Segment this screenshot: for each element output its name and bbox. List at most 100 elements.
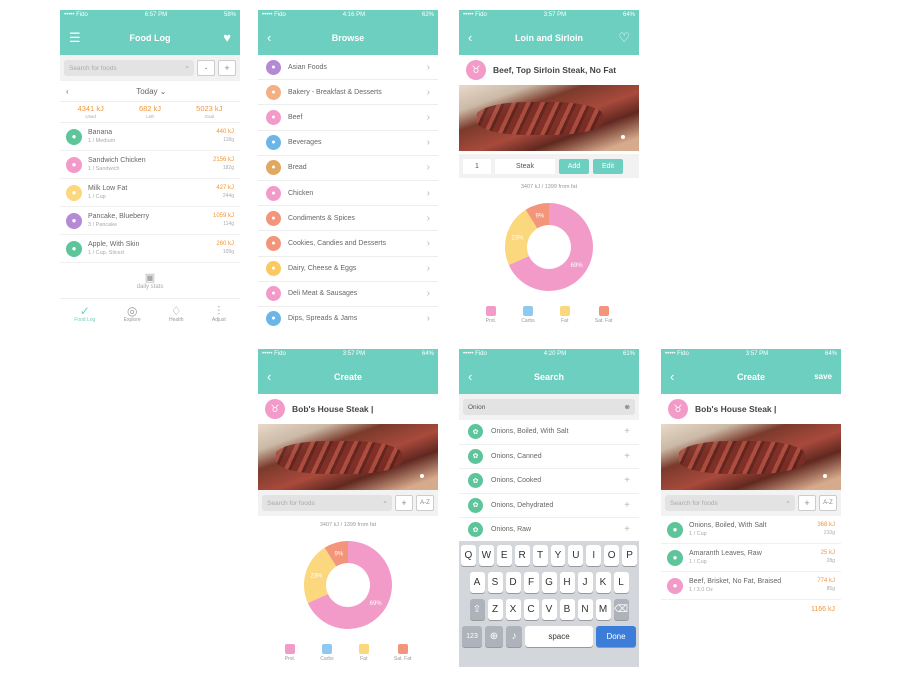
category-row[interactable]: ● Dairy, Cheese & Eggs › — [258, 257, 438, 282]
heart-icon[interactable]: ♥ — [223, 30, 231, 45]
ingredient-row[interactable]: ● Onions, Boiled, With Salt 1 / Cup 368 kJ 2… — [661, 516, 841, 544]
globe-key[interactable]: ⊕ — [485, 626, 503, 647]
add-icon[interactable]: + — [624, 500, 630, 511]
food-log-row[interactable]: ● Banana 1 / Medium 440 kJ 118g — [60, 123, 240, 151]
key-b[interactable]: B — [559, 599, 575, 620]
food-log-row[interactable]: ● Sandwich Chicken 1 / Sandwich 2156 kJ 182g — [60, 151, 240, 179]
food-name-input[interactable]: Bob's House Steak | — [695, 404, 776, 414]
date-dropdown[interactable]: Today ⌄ — [136, 87, 166, 96]
key-u[interactable]: U — [568, 545, 584, 566]
unit-select[interactable]: Steak — [495, 158, 555, 174]
legend-label: Fat — [360, 656, 368, 662]
search-result-row[interactable]: ✿ Onions, Cooked + — [459, 469, 639, 494]
key-c[interactable]: C — [523, 599, 539, 620]
category-row[interactable]: ● Bread › — [258, 156, 438, 181]
key-l[interactable]: L — [613, 572, 629, 593]
search-input[interactable]: Search for foods ⌕ — [665, 495, 795, 511]
back-icon[interactable]: ‹ — [468, 370, 472, 383]
screen-search: ••••• Fido 4:20 PM 61% ‹ Search Onion ⊗ ✿ On… — [459, 349, 639, 667]
key-j[interactable]: J — [577, 572, 593, 593]
ingredient-row[interactable]: ● Amaranth Leaves, Raw 1 / Cup 25 kJ 28g — [661, 544, 841, 572]
page-title: Loin and Sirloin — [515, 32, 583, 43]
key-f[interactable]: F — [523, 572, 539, 593]
search-result-row[interactable]: ✿ Onions, Boiled, With Salt + — [459, 420, 639, 445]
key-x[interactable]: X — [505, 599, 521, 620]
done-key[interactable]: Done — [596, 626, 636, 647]
key-a[interactable]: A — [469, 572, 485, 593]
add-button[interactable]: Add — [559, 158, 589, 174]
clear-icon[interactable]: ⊗ — [625, 403, 630, 411]
delete-key[interactable]: ⌫ — [613, 599, 629, 620]
key-t[interactable]: T — [532, 545, 548, 566]
search-input[interactable]: Onion ⊗ — [463, 399, 635, 415]
key-m[interactable]: M — [595, 599, 611, 620]
tab-health[interactable]: ♢ Health — [169, 305, 183, 323]
daily-stats[interactable]: ▣ daily stats — [60, 271, 240, 290]
summary-used: 4341 kJ Used — [77, 104, 104, 119]
ingredient-row[interactable]: ● Beef, Brisket, No Fat, Braised 1 / 3.0 O… — [661, 572, 841, 600]
food-name-input[interactable]: Bob's House Steak | — [292, 404, 373, 414]
space-key[interactable]: space — [525, 626, 593, 647]
category-row[interactable]: ● Condiments & Spices › — [258, 206, 438, 232]
tab-food-log[interactable]: ✓ Food Log — [74, 305, 95, 323]
key-h[interactable]: H — [559, 572, 575, 593]
category-row[interactable]: ● Dips, Spreads & Jams › — [258, 307, 438, 328]
key-r[interactable]: R — [514, 545, 530, 566]
tab-explore[interactable]: ◎ Explore — [124, 305, 141, 323]
menu-icon[interactable]: ☰ — [69, 30, 81, 46]
key-i[interactable]: I — [586, 545, 602, 566]
minus-button[interactable]: - — [197, 60, 215, 76]
key-o[interactable]: O — [604, 545, 620, 566]
quantity-input[interactable]: 1 — [463, 158, 491, 174]
search-result-row[interactable]: ✿ Onions, Dehydrated + — [459, 494, 639, 518]
mic-key[interactable]: ♪ — [506, 626, 522, 647]
numbers-key[interactable]: 123 — [462, 626, 482, 647]
search-input[interactable]: Search for foods ⌕ — [262, 495, 392, 511]
back-icon[interactable]: ‹ — [670, 370, 674, 383]
back-icon[interactable]: ‹ — [468, 31, 472, 44]
plus-button[interactable]: + — [218, 60, 236, 76]
category-row[interactable]: ● Beverages › — [258, 131, 438, 156]
food-log-row[interactable]: ● Milk Low Fat 1 / Cup 427 kJ 244g — [60, 179, 240, 207]
add-icon[interactable]: + — [624, 426, 630, 437]
heart-outline-icon[interactable]: ♡ — [618, 30, 630, 46]
category-row[interactable]: ● Bakery - Breakfast & Desserts › — [258, 80, 438, 106]
key-s[interactable]: S — [487, 572, 503, 593]
search-result-row[interactable]: ✿ Onions, Canned + — [459, 445, 639, 469]
search-result-row[interactable]: ✿ Onions, Raw + — [459, 518, 639, 543]
add-icon[interactable]: + — [624, 475, 630, 486]
key-n[interactable]: N — [577, 599, 593, 620]
key-w[interactable]: W — [478, 545, 494, 566]
category-row[interactable]: ● Deli Meat & Sausages › — [258, 282, 438, 307]
key-d[interactable]: D — [505, 572, 521, 593]
save-button[interactable]: save — [814, 372, 832, 381]
food-log-row[interactable]: ● Apple, With Skin 1 / Cup, Sliced 260 kJ 10… — [60, 235, 240, 263]
plus-button[interactable]: + — [395, 495, 413, 511]
category-row[interactable]: ● Asian Foods › — [258, 55, 438, 81]
key-z[interactable]: Z — [487, 599, 503, 620]
shift-key[interactable]: ⇧ — [469, 599, 485, 620]
key-y[interactable]: Y — [550, 545, 566, 566]
tab-adjust[interactable]: ⫶ Adjust — [212, 305, 226, 323]
sort-az-button[interactable]: A-Z — [819, 495, 837, 511]
add-icon[interactable]: + — [624, 524, 630, 535]
category-row[interactable]: ● Chicken › — [258, 181, 438, 207]
key-k[interactable]: K — [595, 572, 611, 593]
key-e[interactable]: E — [496, 545, 512, 566]
back-icon[interactable]: ‹ — [267, 370, 271, 383]
plus-button[interactable]: + — [798, 495, 816, 511]
category-row[interactable]: ● Cookies, Candies and Desserts › — [258, 231, 438, 257]
category-row[interactable]: ● Beef › — [258, 105, 438, 131]
key-p[interactable]: P — [622, 545, 638, 566]
add-icon[interactable]: + — [624, 451, 630, 462]
key-v[interactable]: V — [541, 599, 557, 620]
key-g[interactable]: G — [541, 572, 557, 593]
food-serving: 1 / Sandwich — [88, 165, 120, 172]
search-input[interactable]: Search for foods ⌕ — [64, 60, 194, 76]
prev-day-icon[interactable]: ‹ — [66, 87, 69, 96]
back-icon[interactable]: ‹ — [267, 31, 271, 44]
food-log-row[interactable]: ● Pancake, Blueberry 3 / Pancake 1059 kJ 114… — [60, 207, 240, 235]
key-q[interactable]: Q — [460, 545, 476, 566]
sort-az-button[interactable]: A-Z — [416, 495, 434, 511]
edit-button[interactable]: Edit — [593, 158, 623, 174]
